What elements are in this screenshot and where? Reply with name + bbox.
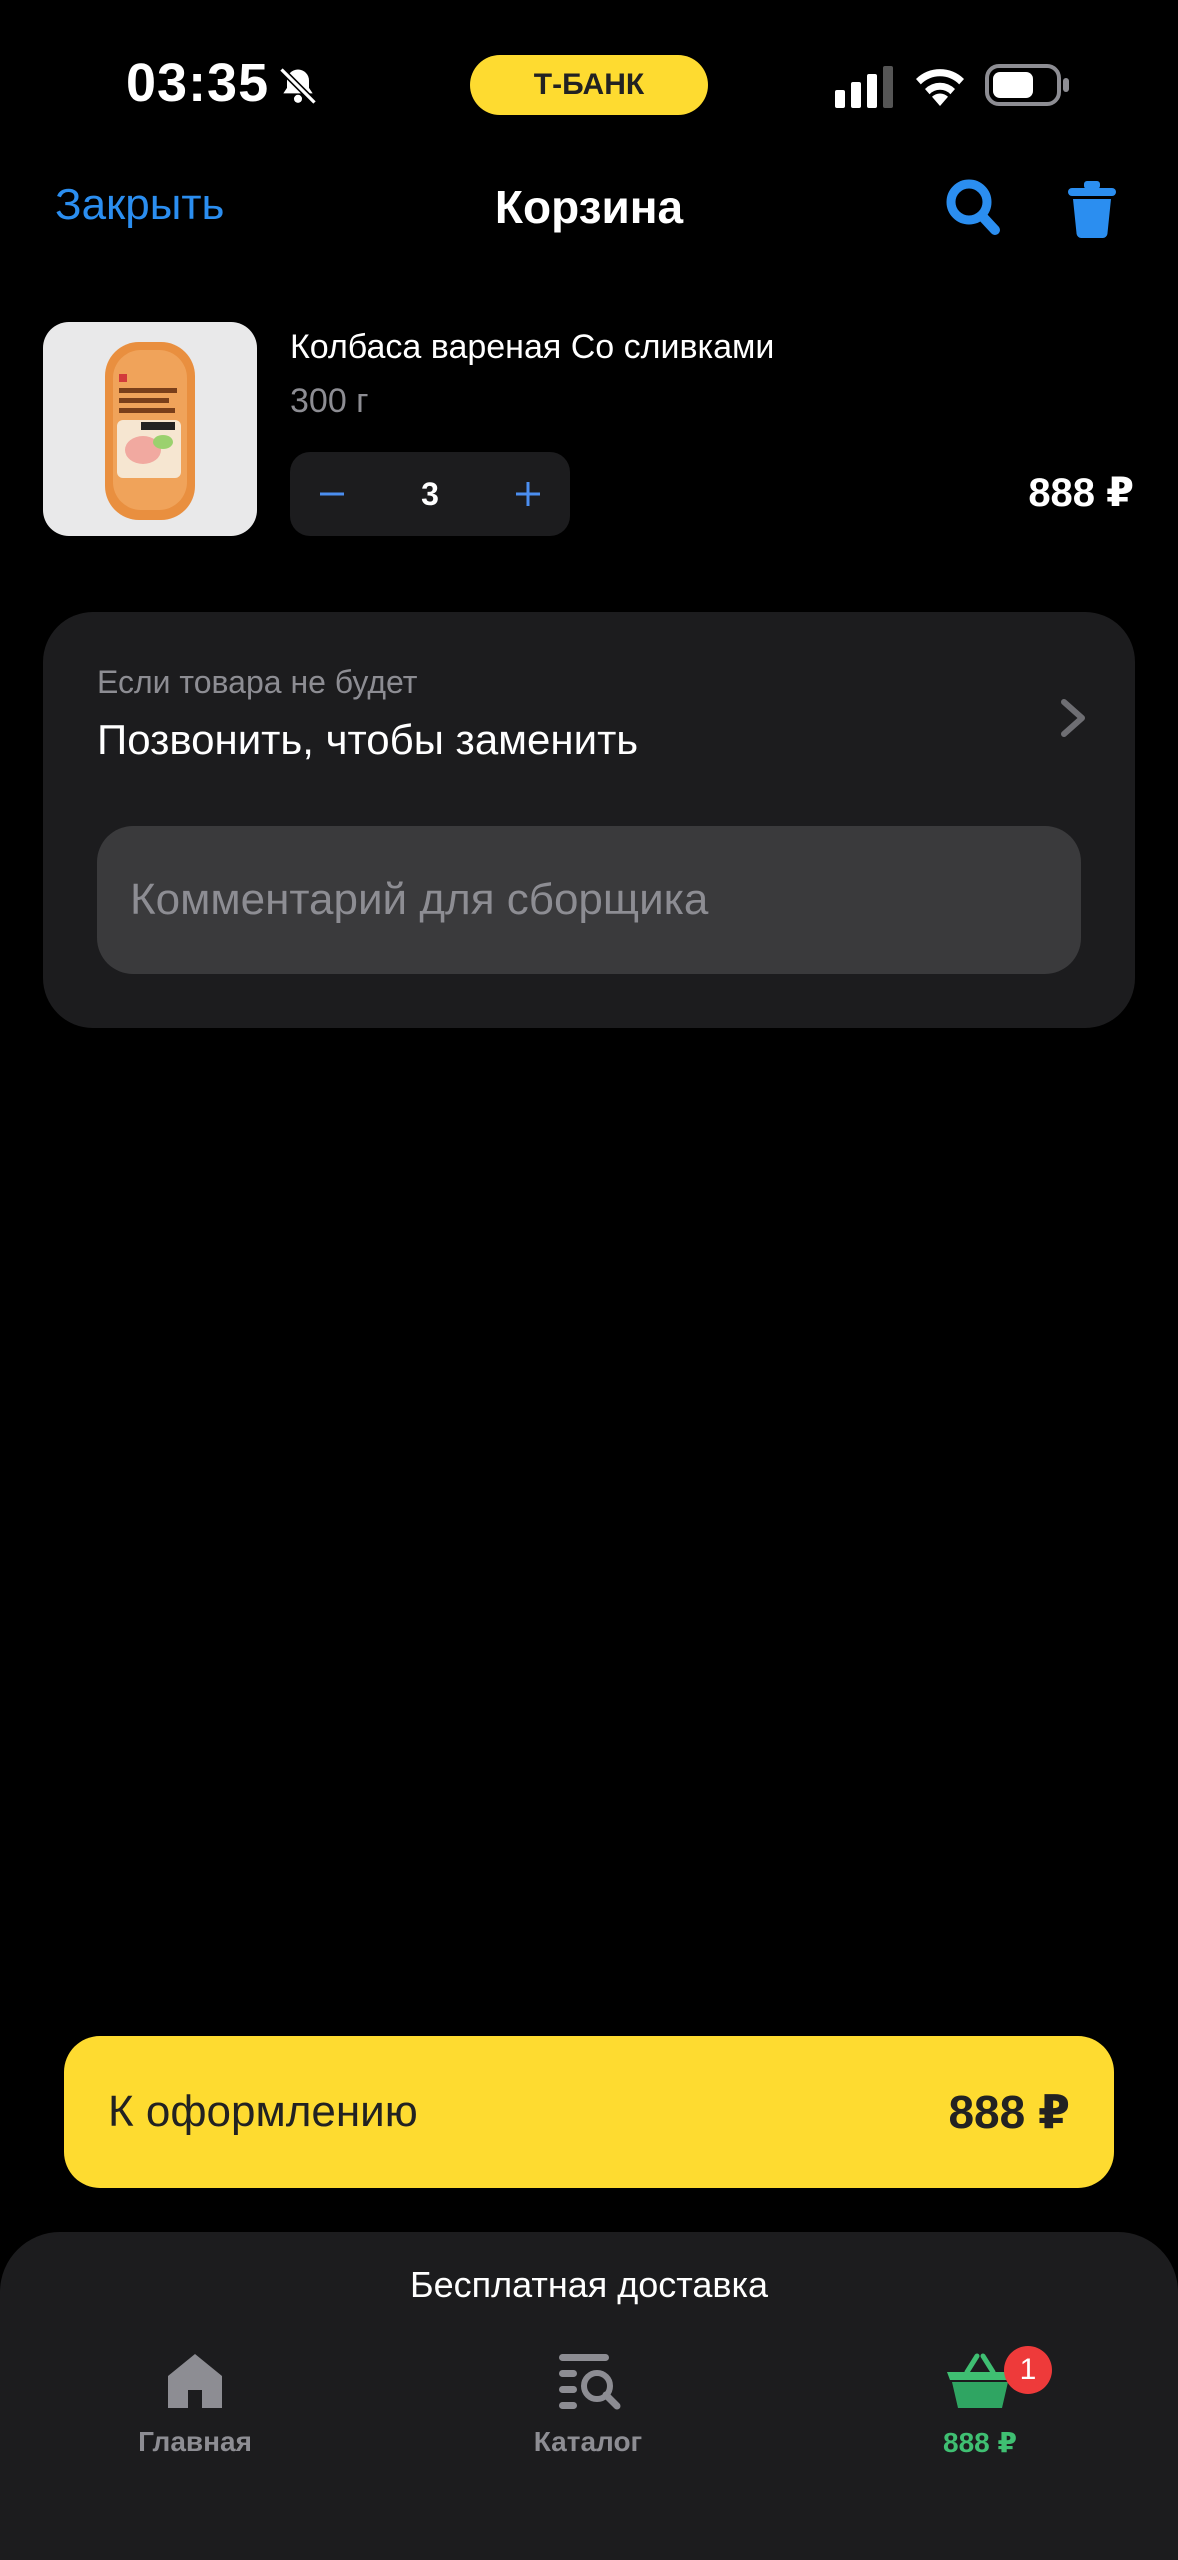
decrement-button[interactable] — [290, 452, 374, 536]
basket-icon — [947, 2353, 1013, 2408]
checkout-label: К оформлению — [108, 2087, 418, 2136]
product-name[interactable]: Колбаса вареная Со сливками — [290, 328, 774, 367]
nav-home[interactable]: Главная — [75, 2350, 315, 2458]
nav-cart[interactable]: 888 ₽ — [860, 2350, 1100, 2459]
signal-icon — [835, 66, 893, 108]
product-image[interactable] — [43, 322, 257, 536]
quantity-value: 3 — [421, 475, 439, 512]
nav-cart-total: 888 ₽ — [943, 2427, 1017, 2458]
wifi-icon — [916, 69, 964, 106]
missing-item-value[interactable]: Позвонить, чтобы заменить — [97, 716, 638, 764]
trash-icon[interactable] — [1068, 180, 1116, 238]
checkout-button[interactable]: К оформлению 888 ₽ — [64, 2036, 1114, 2188]
product-weight: 300 г — [290, 382, 369, 420]
nav-home-label: Главная — [138, 2426, 252, 2457]
plus-icon — [516, 482, 540, 506]
sausage-package-icon — [105, 342, 195, 520]
chevron-right-icon[interactable] — [1058, 698, 1088, 738]
product-price: 888 ₽ — [1028, 471, 1134, 515]
status-time: 03:35 — [126, 53, 270, 113]
quantity-stepper: 3 — [290, 452, 570, 536]
picker-comment-input[interactable] — [97, 826, 1081, 974]
cart-count-badge: 1 — [1004, 2346, 1052, 2394]
battery-icon — [985, 64, 1069, 106]
free-delivery-text: Бесплатная доставка — [409, 2264, 769, 2305]
missing-item-label[interactable]: Если товара не будет — [97, 664, 417, 701]
bell-slash-icon — [279, 67, 317, 105]
home-icon — [168, 2354, 222, 2408]
page-title: Корзина — [494, 181, 684, 233]
search-icon[interactable] — [945, 178, 1001, 238]
nav-catalog-label: Каталог — [533, 2426, 643, 2457]
increment-button[interactable] — [486, 452, 570, 536]
catalog-icon — [559, 2354, 621, 2410]
minus-icon — [320, 492, 344, 496]
checkout-total: 888 ₽ — [948, 2086, 1070, 2138]
bank-pill[interactable]: Т-БАНК — [470, 55, 708, 115]
nav-catalog[interactable]: Каталог — [468, 2350, 708, 2458]
